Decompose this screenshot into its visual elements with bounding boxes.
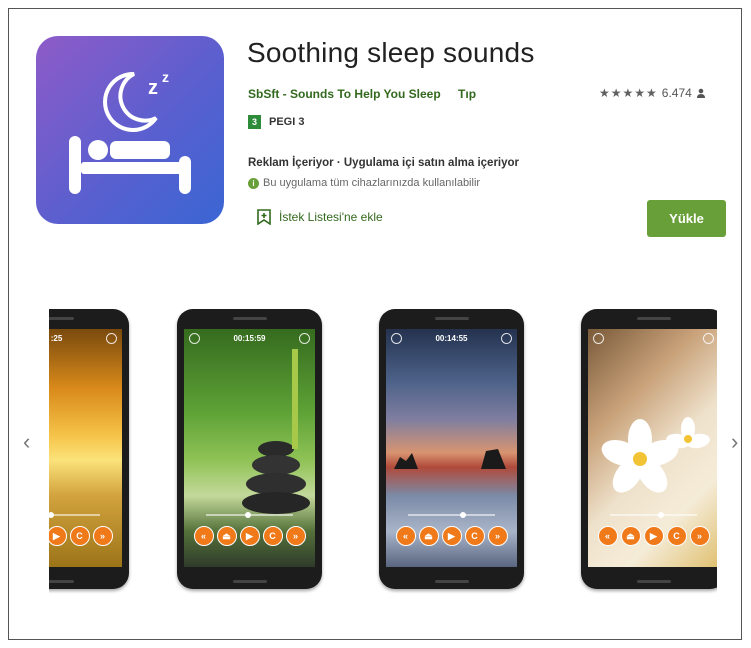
settings-icon — [106, 333, 117, 344]
screenshot-gallery: :25 « ⏏ ▶ C » 00:15:59 — [49, 309, 717, 594]
seek-bar — [408, 512, 495, 518]
ads-notice: Reklam İçeriyor · Uygulama içi satın alm… — [248, 157, 520, 169]
app-icon: z z — [36, 36, 224, 224]
eject-icon: ⏏ — [418, 526, 439, 546]
developer-line: SbSft - Sounds To Help You Sleep Tıp — [248, 87, 490, 101]
forward-icon: » — [92, 526, 113, 546]
forward-icon: » — [487, 526, 508, 546]
screenshot-phone[interactable]: :25 « ⏏ ▶ C » — [49, 309, 129, 589]
wishlist-label: İstek Listesi'ne ekle — [279, 210, 383, 224]
play-icon: ▶ — [441, 526, 462, 546]
player-controls: « ⏏ ▶ C » — [184, 526, 315, 546]
rewind-icon: « — [395, 526, 416, 546]
screenshot-screen: :25 « ⏏ ▶ C » — [49, 329, 122, 567]
forward-icon: » — [285, 526, 306, 546]
speaker — [434, 317, 469, 320]
player-controls: « ⏏ ▶ C » — [588, 526, 717, 546]
play-icon: ▶ — [49, 526, 67, 546]
svg-text:z: z — [148, 77, 158, 99]
eject-icon: ⏏ — [216, 526, 237, 546]
forward-icon: » — [689, 526, 710, 546]
compat-text: Bu uygulama tüm cihazlarınızda kullanıla… — [263, 177, 481, 189]
home-bar — [49, 580, 74, 583]
rating-count: 6.474 — [661, 86, 692, 100]
speaker — [49, 317, 74, 320]
rating-summary: ★★★★★ 6.474 — [599, 86, 706, 100]
screenshot-phone[interactable]: « ⏏ ▶ C » — [581, 309, 717, 589]
gallery-next-arrow-icon[interactable]: › — [731, 429, 738, 455]
home-bar — [232, 580, 267, 583]
screenshot-phone[interactable]: 00:14:55 « ⏏ ▶ C » — [379, 309, 524, 589]
rating-stars: ★★★★★ — [599, 86, 658, 100]
repeat-icon: C — [69, 526, 90, 546]
repeat-icon: C — [464, 526, 485, 546]
app-title: Soothing sleep sounds — [247, 37, 535, 68]
category-link[interactable]: Tıp — [458, 87, 476, 101]
speaker — [636, 317, 671, 320]
person-icon — [696, 88, 705, 98]
home-bar — [434, 580, 469, 583]
player-controls: « ⏏ ▶ C » — [49, 526, 122, 546]
install-button[interactable]: Yükle — [647, 200, 726, 237]
svg-text:z: z — [162, 69, 169, 85]
speaker — [232, 317, 267, 320]
content-rating: 3 PEGI 3 — [248, 115, 304, 129]
rewind-icon: « — [193, 526, 214, 546]
eject-icon: ⏏ — [620, 526, 641, 546]
player-controls: « ⏏ ▶ C » — [386, 526, 517, 546]
rewind-icon: « — [597, 526, 618, 546]
play-icon: ▶ — [643, 526, 664, 546]
seek-bar — [206, 512, 293, 518]
bookmark-add-icon — [257, 209, 271, 225]
screenshot-phone[interactable]: 00:15:59 « ⏏ ▶ C » — [177, 309, 322, 589]
gallery-prev-arrow-icon[interactable]: ‹ — [23, 429, 30, 455]
seek-bar — [610, 512, 697, 518]
repeat-icon: C — [666, 526, 687, 546]
store-listing-page: z z Soothing sleep sounds SbSft - Sounds… — [8, 8, 742, 640]
info-icon: i — [248, 177, 259, 189]
wishlist-button[interactable]: İstek Listesi'ne ekle — [257, 209, 383, 225]
pegi-label: PEGI 3 — [269, 116, 305, 128]
home-bar — [636, 580, 671, 583]
compat-notice: i Bu uygulama tüm cihazlarınızda kullanı… — [248, 177, 480, 189]
play-icon: ▶ — [239, 526, 260, 546]
developer-link[interactable]: SbSft - Sounds To Help You Sleep — [248, 87, 441, 101]
pegi-badge-icon: 3 — [248, 115, 261, 129]
screenshot-screen: « ⏏ ▶ C » — [588, 329, 717, 567]
screenshot-screen: 00:15:59 « ⏏ ▶ C » — [184, 329, 315, 567]
sleeping-bed-icon: z z — [69, 69, 191, 194]
screenshot-screen: 00:14:55 « ⏏ ▶ C » — [386, 329, 517, 567]
seek-bar — [49, 512, 100, 518]
repeat-icon: C — [262, 526, 283, 546]
